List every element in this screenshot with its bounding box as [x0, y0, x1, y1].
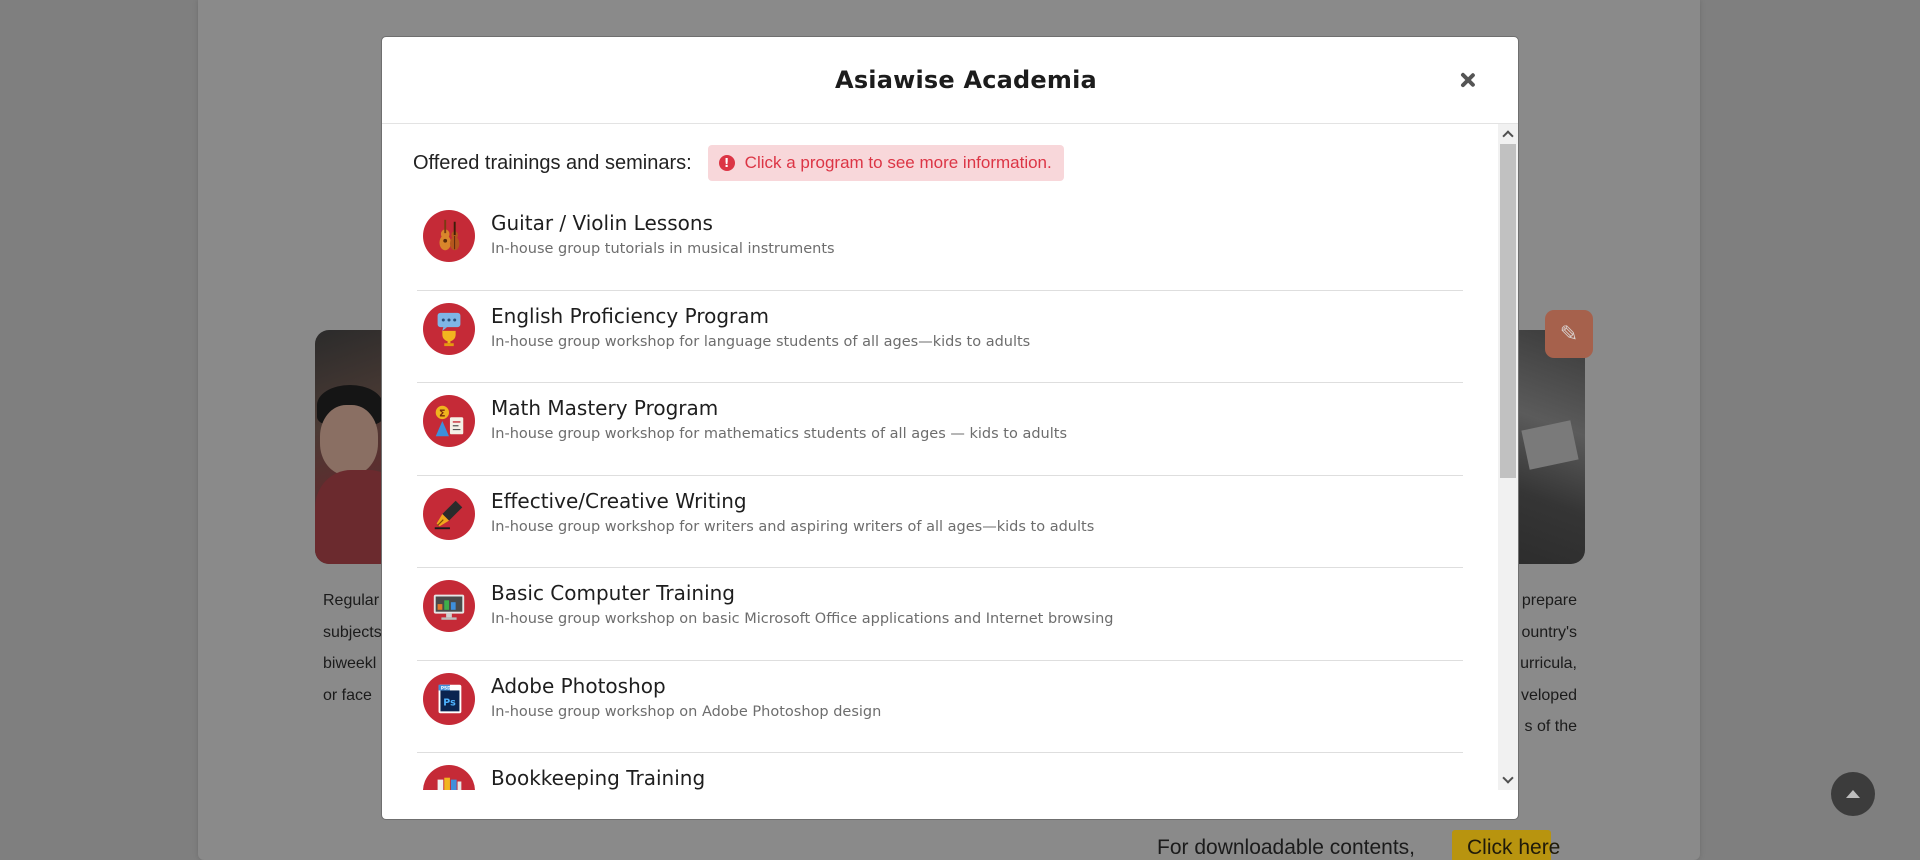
download-prompt: For downloadable contents, — [1157, 836, 1415, 859]
modal-scrollbar[interactable] — [1498, 124, 1518, 790]
program-title: Math Mastery Program — [491, 396, 719, 420]
intro-label: Offered trainings and seminars: — [413, 151, 692, 174]
photo-detail — [320, 405, 378, 475]
chevron-down-icon — [1502, 772, 1514, 784]
paragraph-line: or face — [323, 686, 372, 704]
program-description: In-house group workshop for writers and … — [491, 518, 1095, 535]
program-description: In-house group workshop for mathematics … — [491, 426, 1068, 442]
program-item-bookkeeping[interactable]: Bookkeeping Training — [417, 753, 1463, 790]
caret-up-icon — [1846, 790, 1860, 798]
ledger-books-icon — [423, 765, 475, 790]
program-title: Guitar / Violin Lessons — [491, 211, 713, 235]
paragraph-line: subjects — [323, 623, 382, 641]
info-icon: ! — [718, 155, 735, 171]
scrollbar-thumb[interactable] — [1500, 144, 1516, 478]
close-icon[interactable] — [1456, 68, 1480, 92]
fountain-pen-icon — [423, 487, 475, 540]
program-item-english[interactable]: English Proficiency Program In-house gro… — [417, 291, 1463, 383]
program-item-photoshop[interactable]: PSD Ps Adobe Photoshop In-house group wo… — [417, 661, 1463, 753]
math-symbols-icon: Σ — [423, 395, 475, 447]
chevron-up-icon — [1502, 130, 1514, 142]
svg-text:Ps: Ps — [443, 697, 456, 708]
download-button[interactable]: Click here — [1452, 830, 1560, 860]
paragraph-line: biweekl — [323, 655, 377, 672]
program-item-math[interactable]: Σ Math Mastery Program In-house group wo… — [417, 383, 1463, 476]
program-description: In-house group workshop for language stu… — [491, 333, 1031, 350]
photoshop-file-icon: PSD Ps — [423, 672, 475, 725]
program-description: In-house group workshop on Adobe Photosh… — [491, 703, 882, 720]
computer-monitor-icon — [423, 580, 475, 632]
scroll-up-button[interactable] — [1498, 124, 1518, 144]
photo-detail — [1521, 420, 1579, 470]
edit-button[interactable]: ✎ — [1545, 310, 1593, 358]
speech-trophy-icon — [423, 302, 475, 355]
program-title: Adobe Photoshop — [491, 673, 666, 698]
program-title: English Proficiency Program — [491, 303, 770, 328]
background-paragraph-left: Regular subjects biweekl or face — [323, 585, 383, 711]
program-description: In-house group tutorials in musical inst… — [491, 241, 835, 257]
scroll-down-button[interactable] — [1498, 770, 1518, 790]
modal-title: Asiawise Academia — [835, 66, 1097, 94]
info-alert: ! Click a program to see more informatio… — [707, 145, 1064, 181]
scroll-to-top-button[interactable] — [1831, 772, 1875, 816]
modal-body[interactable]: Offered trainings and seminars: ! Click … — [382, 124, 1518, 790]
program-modal: Asiawise Academia Offered trainings and … — [381, 36, 1519, 820]
modal-header: Asiawise Academia — [382, 37, 1518, 124]
guitar-violin-icon — [423, 210, 475, 262]
program-item-writing[interactable]: Effective/Creative Writing In-house grou… — [417, 476, 1463, 568]
program-item-computer[interactable]: Basic Computer Training In-house group w… — [417, 568, 1463, 661]
program-title: Bookkeeping Training — [491, 766, 706, 790]
program-list: Guitar / Violin Lessons In-house group t… — [417, 198, 1463, 790]
intro-row: Offered trainings and seminars: ! Click … — [413, 145, 1064, 181]
program-title: Basic Computer Training — [491, 581, 736, 605]
alert-text: Click a program to see more information. — [744, 153, 1052, 172]
svg-text:PSD: PSD — [441, 685, 451, 691]
svg-text:Σ: Σ — [439, 408, 446, 419]
program-title: Effective/Creative Writing — [491, 488, 747, 513]
program-item-guitar-violin[interactable]: Guitar / Violin Lessons In-house group t… — [417, 198, 1463, 291]
pencil-icon: ✎ — [1559, 321, 1579, 346]
program-description: In-house group workshop on basic Microso… — [491, 611, 1114, 627]
paragraph-line: Regular — [323, 592, 380, 609]
